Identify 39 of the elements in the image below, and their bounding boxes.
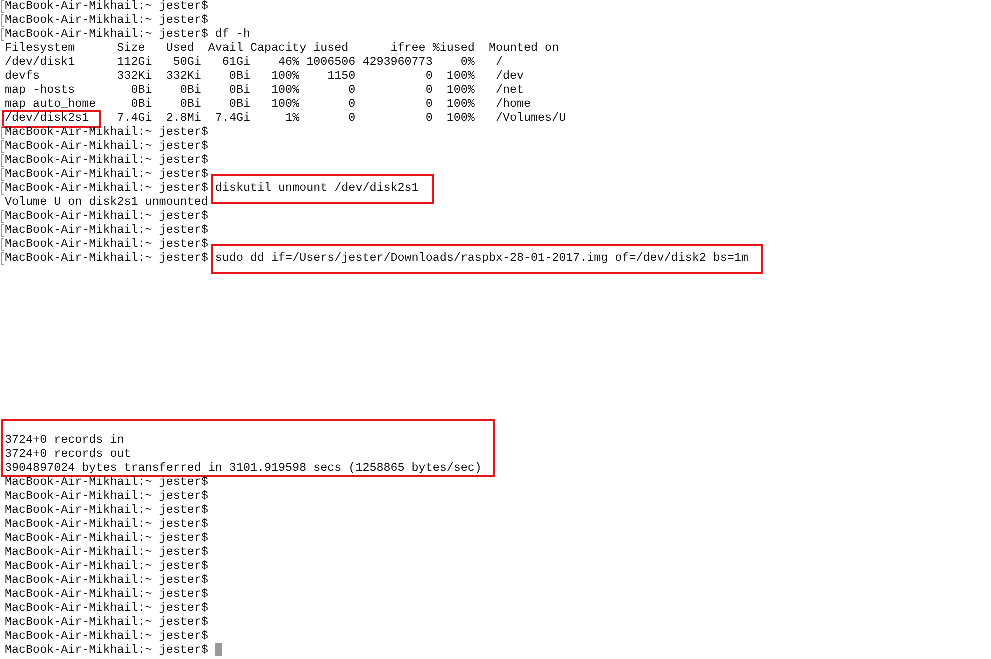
prompt-text: MacBook-Air-Mikhail:~ jester$ xyxy=(5,139,208,153)
prompt-text: MacBook-Air-Mikhail:~ jester$ xyxy=(5,559,208,573)
prompt-text: MacBook-Air-Mikhail:~ jester$ xyxy=(5,573,208,587)
command-text: df -h xyxy=(215,27,250,41)
prompt-text: MacBook-Air-Mikhail:~ jester$ xyxy=(5,615,208,629)
prompt-text: MacBook-Air-Mikhail:~ jester$ xyxy=(5,489,208,503)
output-text: 3724+0 records out xyxy=(5,447,132,461)
output-text: /dev/disk2s1 xyxy=(5,111,90,125)
prompt-text: MacBook-Air-Mikhail:~ jester$ xyxy=(5,13,208,27)
prompt-text: MacBook-Air-Mikhail:~ jester$ xyxy=(5,27,208,41)
prompt-text: MacBook-Air-Mikhail:~ jester$ xyxy=(5,587,208,601)
output-text: Filesystem Size Used Avail Capacity iused ifree %iused Mounted on xyxy=(5,41,560,55)
output-text: 3904897024 bytes transferred in 3101.919598 secs (1258865 bytes/sec) xyxy=(5,461,482,475)
command-text: sudo dd if=/Users/jester/Downloads/raspbx-28-01-2017.img of=/dev/disk2 bs=1m xyxy=(215,251,748,265)
prompt-text: MacBook-Air-Mikhail:~ jester$ xyxy=(5,0,208,13)
output-text: map auto_home 0Bi 0Bi 0Bi 100% 0 0 100% /home xyxy=(5,97,532,111)
prompt-text: MacBook-Air-Mikhail:~ jester$ xyxy=(5,167,208,181)
prompt-text: MacBook-Air-Mikhail:~ jester$ xyxy=(5,237,208,251)
prompt-text: MacBook-Air-Mikhail:~ jester$ xyxy=(5,181,208,195)
prompt-text: MacBook-Air-Mikhail:~ jester$ xyxy=(5,601,208,615)
prompt-text: MacBook-Air-Mikhail:~ jester$ xyxy=(5,153,208,167)
prompt-text: MacBook-Air-Mikhail:~ jester$ xyxy=(5,209,208,223)
command-text: diskutil unmount /dev/disk2s1 xyxy=(215,181,419,195)
output-text: 7.4Gi 2.8Mi 7.4Gi 1% 0 0 100% /Volumes/U xyxy=(116,111,566,125)
prompt-text: MacBook-Air-Mikhail:~ jester$ xyxy=(5,643,208,657)
output-text: /dev/disk1 112Gi 50Gi 61Gi 46% 1006506 4293960773 0% / xyxy=(5,55,503,69)
output-text: Volume U on disk2s1 unmounted xyxy=(5,195,208,209)
prompt-text: MacBook-Air-Mikhail:~ jester$ xyxy=(5,503,208,517)
prompt-text: MacBook-Air-Mikhail:~ jester$ xyxy=(5,251,208,265)
prompt-text: MacBook-Air-Mikhail:~ jester$ xyxy=(5,531,208,545)
prompt-text: MacBook-Air-Mikhail:~ jester$ xyxy=(5,125,208,139)
prompt-text: MacBook-Air-Mikhail:~ jester$ xyxy=(5,629,208,643)
prompt-text: MacBook-Air-Mikhail:~ jester$ xyxy=(5,545,208,559)
output-text: 3724+0 records in xyxy=(5,433,124,447)
prompt-text: MacBook-Air-Mikhail:~ jester$ xyxy=(5,517,208,531)
output-text: map -hosts 0Bi 0Bi 0Bi 100% 0 0 100% /net xyxy=(5,83,524,97)
output-text: devfs 332Ki 332Ki 0Bi 100% 1150 0 100% /dev xyxy=(5,69,524,83)
prompt-text: MacBook-Air-Mikhail:~ jester$ xyxy=(5,475,208,489)
prompt-text: MacBook-Air-Mikhail:~ jester$ xyxy=(5,223,208,237)
